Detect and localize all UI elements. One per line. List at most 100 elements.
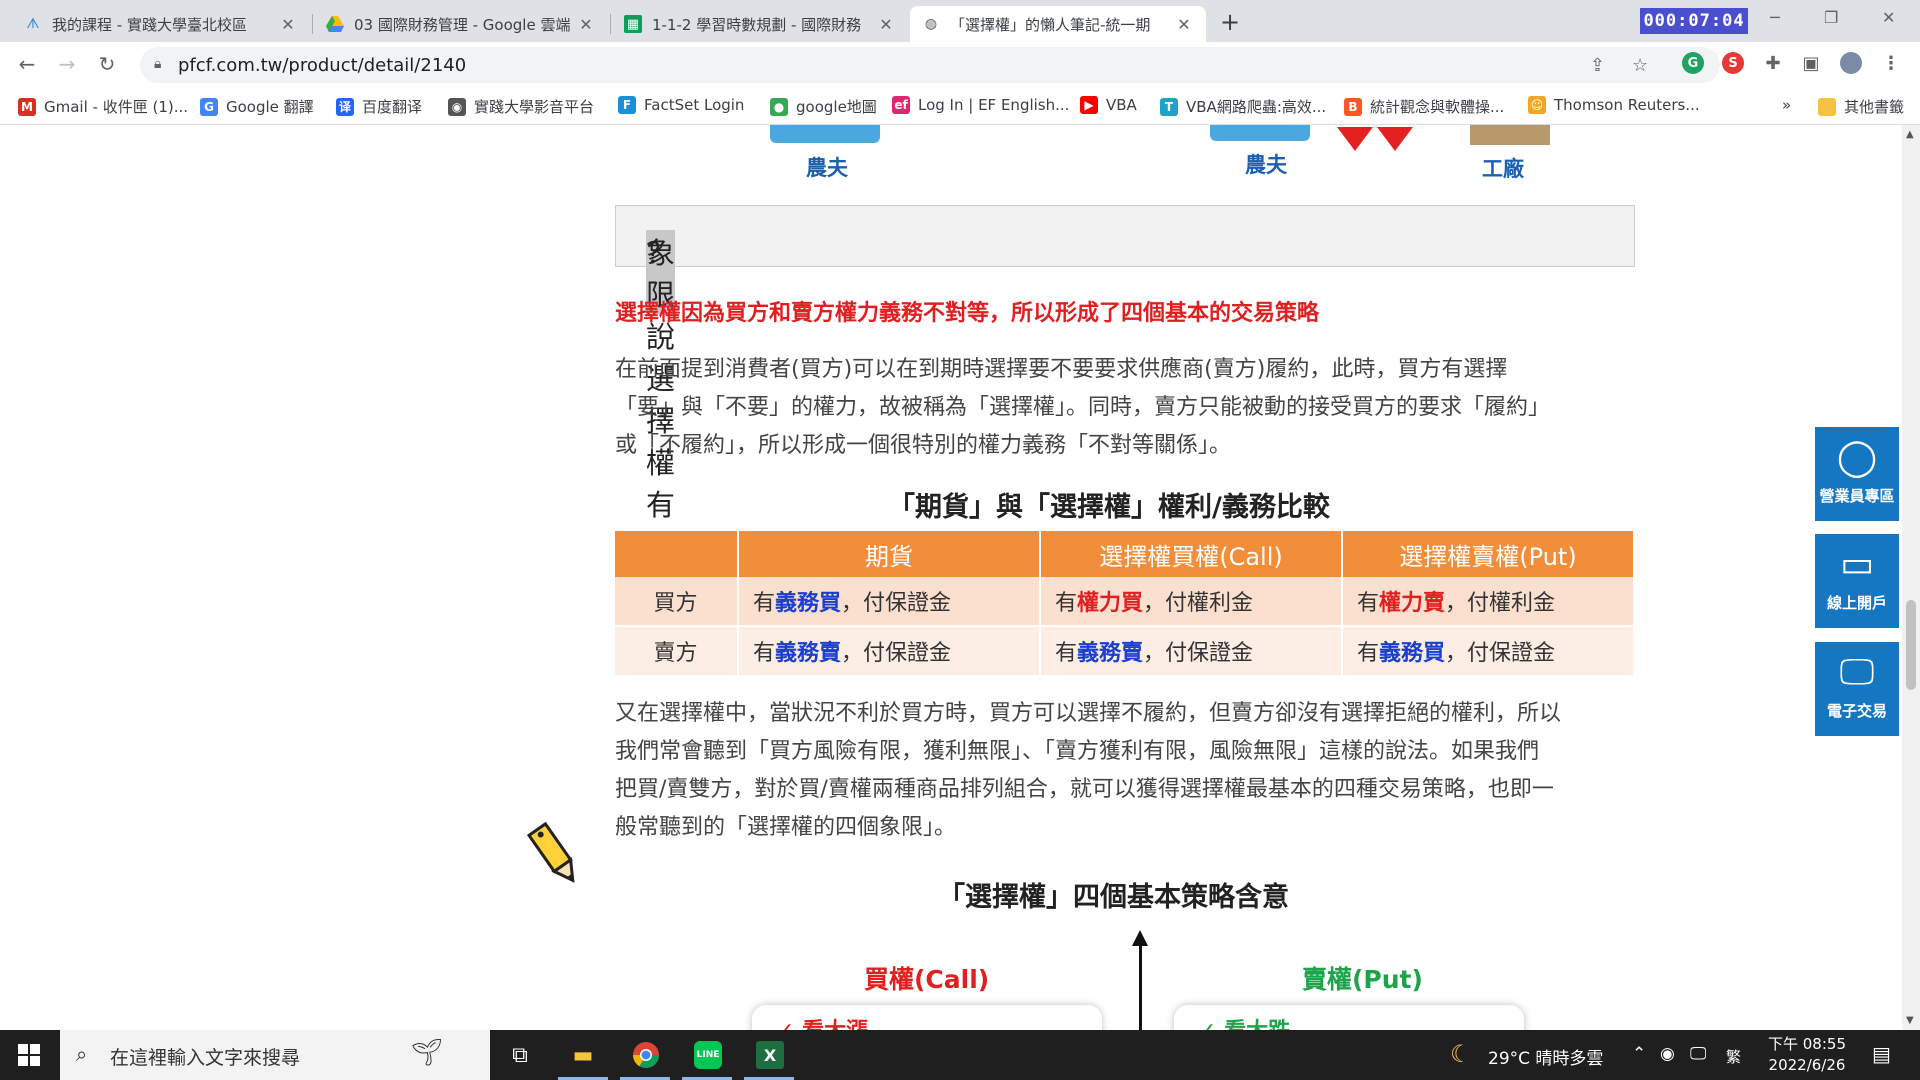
address-bar[interactable]: 🔒︎ pfcf.com.tw/product/detail/2140 ⇪ ☆ [140,47,1720,83]
pencil-cursor-icon [525,820,585,894]
bookmark-label: 百度翻译 [362,98,423,116]
close-icon[interactable]: ✕ [576,15,596,34]
strategy-diagram: 買權(Call) 賣權(Put) ✓ 看大漲 ✓ 看大跌 [0,125,1902,1030]
recorder-timer: 000:07:04 [1640,8,1748,34]
folder-label: 其他書籤 [1844,98,1905,116]
google-sheets-icon: ▦ [624,15,642,33]
course-site-icon: ᗑ [26,16,40,32]
bookmark-label: VBA [1106,96,1137,114]
close-icon[interactable]: ✕ [876,15,896,34]
bookmark-item[interactable]: T VBA網路爬蟲:高效... [1160,96,1326,117]
tab-title: 03 國際財務管理 - Google 雲端 [354,15,571,34]
extensions-puzzle-icon[interactable]: ✚ [1762,52,1784,74]
bookmark-item[interactable]: ● google地圖 [770,96,877,117]
bookmark-favicon-icon: ef [892,96,910,114]
tray-chevron-icon[interactable]: ⌃ [1632,1044,1646,1064]
share-icon[interactable]: ⇪ [1590,55,1605,76]
other-bookmarks-folder[interactable]: 其他書籤 [1818,96,1904,117]
folder-icon [1818,97,1836,116]
bookmark-item[interactable]: ef Log In | EF English... [892,96,1069,114]
bookmarks-overflow-icon[interactable]: » [1782,96,1791,114]
new-tab-button[interactable]: + [1220,8,1240,36]
taskbar-clock[interactable]: 下午 08:55 2022/6/26 [1768,1034,1846,1076]
bookmark-item[interactable]: ◉ 實踐大學影音平台 [448,96,594,117]
notification-icon[interactable]: ▤ [1872,1042,1891,1066]
minimize-icon[interactable]: ─ [1770,8,1780,27]
close-icon[interactable]: ✕ [278,15,298,34]
online-account-label: 線上開戶 [1826,594,1887,612]
windows-start-icon[interactable] [18,1044,40,1072]
browser-tab-strip: ᗑ 我的課程 - 實踐大學臺北校區 ✕ 03 國際財務管理 - Google 雲… [0,0,1920,42]
restore-icon[interactable]: ❐ [1824,8,1838,27]
network-icon[interactable]: 🖵︎ [1690,1044,1706,1064]
lock-icon[interactable]: 🔒︎ [154,56,161,72]
window-close-icon[interactable]: ✕ [1882,8,1895,27]
clock-time: 下午 08:55 [1768,1035,1846,1053]
tab-google-sheets[interactable]: ▦ 1-1-2 學習時數規劃 - 國際財務 ✕ [612,6,908,42]
forward-arrow-icon[interactable]: → [54,52,80,76]
monitor-icon: 🖵︎ [1839,652,1875,693]
bookmark-favicon-icon: M [18,97,36,116]
url-text[interactable]: pfcf.com.tw/product/detail/2140 [178,55,466,76]
line-app-icon[interactable]: LINE [690,1038,726,1072]
grammarly-extension-icon[interactable]: G [1682,52,1704,74]
sales-area-label: 營業員專區 [1819,487,1895,505]
side-panel-icon[interactable]: ▣ [1800,52,1822,74]
search-placeholder: 在這裡輸入文字來搜尋 [110,1047,301,1069]
bookmark-item[interactable]: 译百度翻译 [336,96,422,117]
bookmark-label: Log In | EF English... [918,96,1070,114]
bookmark-item[interactable]: F FactSet Login [618,96,744,114]
bookmark-item[interactable]: ▶ VBA [1080,96,1137,114]
tab-divider [610,14,611,34]
tab-active-article[interactable]: ◍ 「選擇權」的懶人筆記-統一期 ✕ [910,6,1206,42]
reload-icon[interactable]: ↻ [94,52,120,76]
close-icon[interactable]: ✕ [1174,15,1194,34]
scroll-down-icon[interactable]: ▼ [1906,1015,1914,1026]
record-indicator-icon[interactable]: ◉ [1660,1044,1675,1064]
taskbar-search-box[interactable]: ⌕ 在這裡輸入文字來搜尋 🌱︎ [60,1030,490,1080]
scroll-up-icon[interactable]: ▲ [1906,129,1914,140]
online-account-button[interactable]: ▭ 線上開戶 [1815,534,1899,628]
sales-area-button[interactable]: ◯ 營業員專區 [1815,427,1899,521]
bookmark-favicon-icon: ● [770,97,788,116]
scrollbar-thumb[interactable] [1906,600,1916,690]
bookmark-label: FactSet Login [644,96,745,114]
excel-icon[interactable]: X [752,1038,788,1072]
ime-indicator[interactable]: 繁 [1726,1046,1741,1067]
bookmark-label: VBA網路爬蟲:高效... [1186,98,1327,116]
bookmark-label: 實踐大學影音平台 [474,98,595,116]
globe-icon: ◍ [924,16,938,32]
tab-google-drive[interactable]: 03 國際財務管理 - Google 雲端 ✕ [314,6,608,42]
bookmark-favicon-icon: G [200,97,218,116]
back-arrow-icon[interactable]: ← [14,52,40,76]
task-view-icon[interactable]: ⧉ [502,1038,538,1072]
card-icon: ▭ [1839,544,1874,585]
bookmark-favicon-icon: ☺ [1528,96,1546,114]
bookmark-star-icon[interactable]: ☆ [1632,55,1648,76]
card-text: ✓ 看大跌 [1198,1013,1290,1030]
bookmark-item[interactable]: M Gmail - 收件匣 (1)... [18,96,188,117]
bookmark-item[interactable]: G Google 翻譯 [200,96,314,117]
weather-moon-icon[interactable]: ☾ [1450,1040,1472,1068]
call-strategy-card: ✓ 看大漲 [752,1005,1102,1030]
search-icon: ⌕ [76,1042,88,1066]
file-explorer-icon[interactable]: ▬ [565,1038,601,1072]
e-trading-button[interactable]: 🖵︎ 電子交易 [1815,642,1899,736]
card-text: ✓ 看大漲 [776,1013,868,1030]
e-trading-label: 電子交易 [1826,702,1887,720]
tab-course[interactable]: ᗑ 我的課程 - 實踐大學臺北校區 ✕ [12,6,310,42]
call-label: 買權(Call) [864,965,990,994]
bookmark-item[interactable]: B 統計觀念與軟體操... [1344,96,1504,117]
s-extension-icon[interactable]: S [1722,52,1744,74]
menu-kebab-icon[interactable]: ⋮ [1880,52,1902,74]
google-drive-icon [326,15,344,33]
user-circle-icon: ◯ [1836,437,1878,478]
page-scrollbar[interactable]: ▲ ▼ [1902,125,1920,1030]
chrome-icon[interactable] [628,1038,664,1072]
profile-avatar[interactable] [1840,52,1862,74]
bookmark-item[interactable]: ☺ Thomson Reuters... [1528,96,1700,114]
weather-text[interactable]: 29°C 晴時多雲 [1488,1044,1603,1069]
search-highlight-illustration-icon: 🌱︎ [410,1038,444,1068]
clock-date: 2022/6/26 [1768,1056,1846,1074]
page-content: 農夫 農夫 工廠 常聽說選擇權有四個象限？ 選擇權因為買方和賣方權力義務不對等，… [0,125,1902,1030]
